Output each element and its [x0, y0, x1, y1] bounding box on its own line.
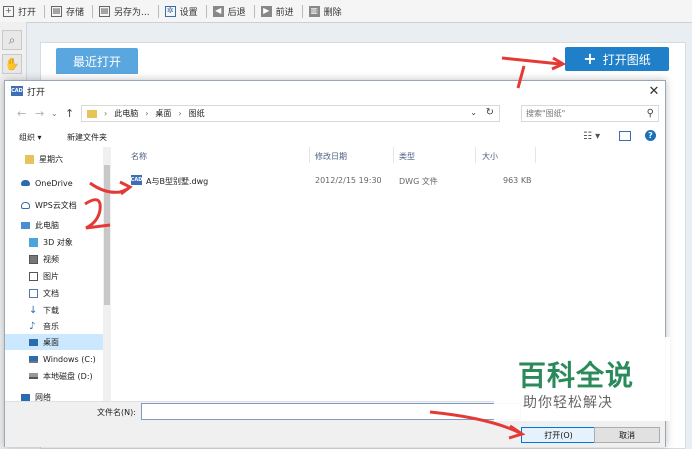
arrow-2-head	[119, 180, 133, 196]
mark-1-stroke	[516, 65, 526, 89]
watermark-title: 百科全说	[518, 359, 635, 392]
arrow-1-line	[501, 56, 561, 66]
mark-2-stroke	[84, 198, 111, 230]
watermark-subtitle: 助你轻松解决	[523, 395, 613, 411]
